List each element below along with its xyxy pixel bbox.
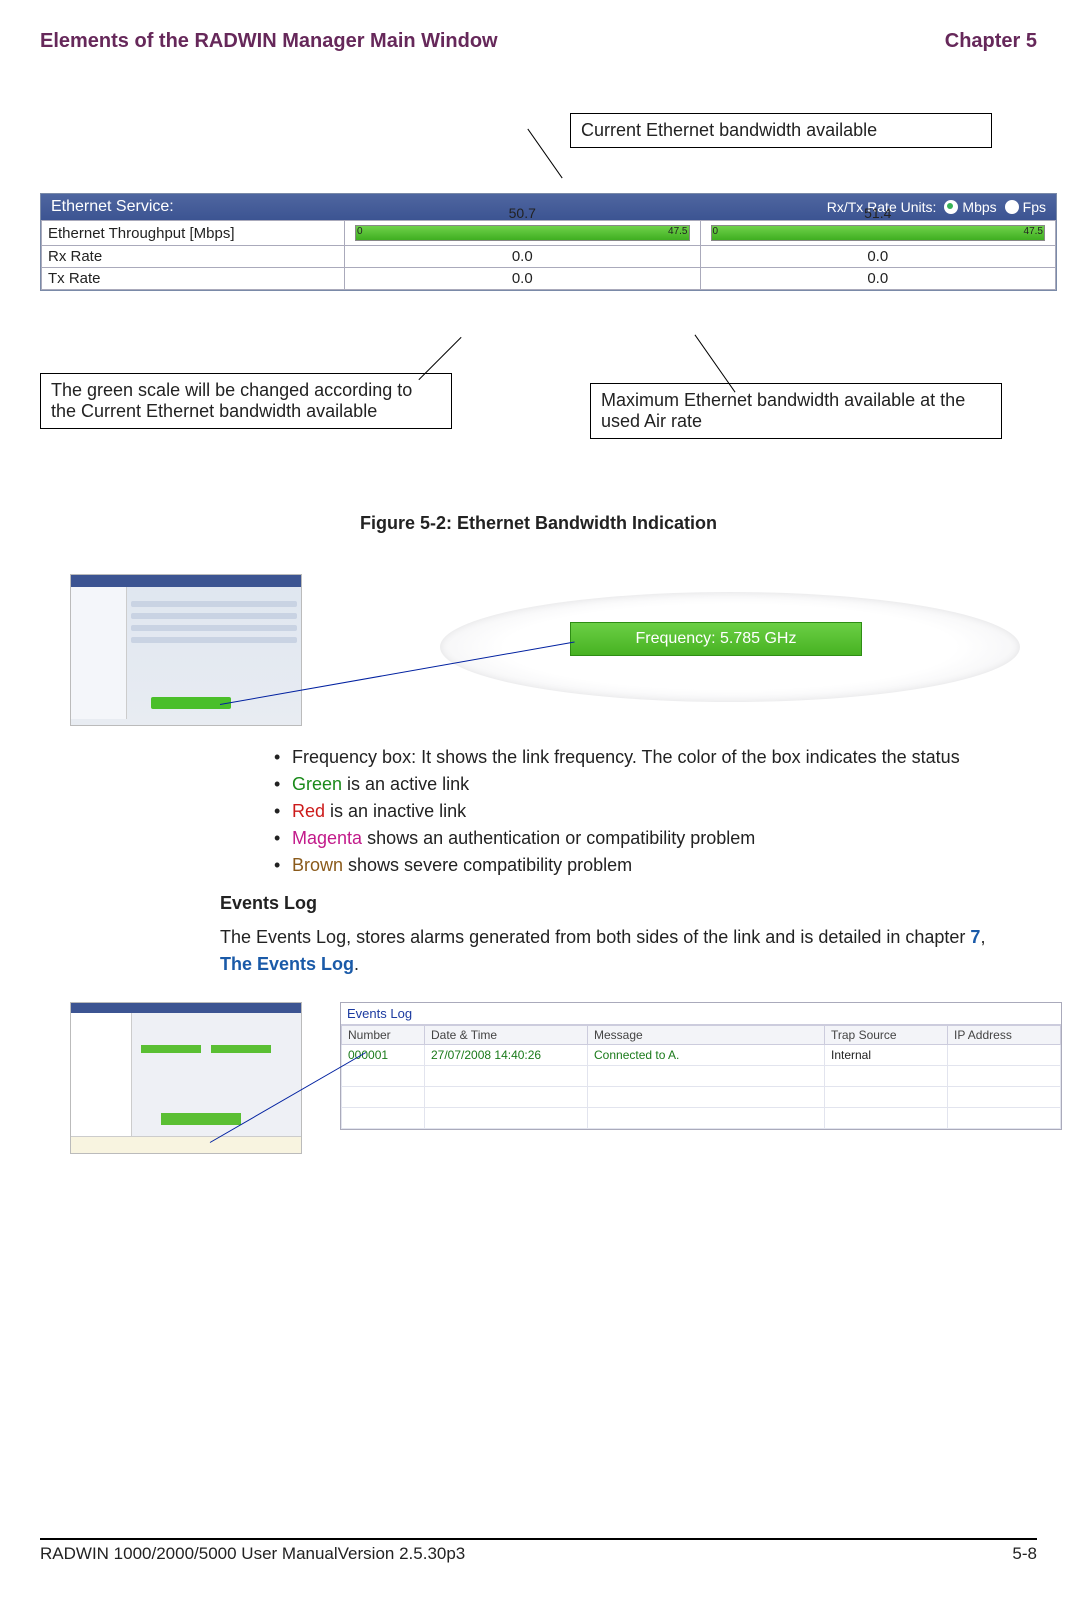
row-rx-label: Rx Rate (42, 246, 345, 268)
bullet-red: Red is an inactive link (292, 798, 1037, 825)
row-tx-label: Tx Rate (42, 268, 345, 290)
events-log-panel: Events Log Number Date & Time Message Tr… (340, 1002, 1062, 1130)
row-throughput-label: Ethernet Throughput [Mbps] (42, 221, 345, 246)
ethernet-service-panel: Ethernet Service: Rx/Tx Rate Units: Mbps… (40, 193, 1057, 291)
throughput-b-value: 51.4 (707, 205, 1050, 221)
tx-a: 0.0 (345, 268, 701, 290)
table-row[interactable]: 000001 27/07/2008 14:40:26 Connected to … (342, 1045, 1061, 1066)
app-thumbnail-2 (70, 1002, 302, 1154)
col-message[interactable]: Message (588, 1026, 825, 1045)
figure-caption-5-2: Figure 5-2: Ethernet Bandwidth Indicatio… (40, 513, 1037, 534)
figure-events-log: Events Log Number Date & Time Message Tr… (40, 1002, 1037, 1182)
footer-page: 5-8 (1012, 1544, 1037, 1564)
callout-bottom-right: Maximum Ethernet bandwidth available at … (590, 383, 1002, 439)
callout-top: Current Ethernet bandwidth available (570, 113, 992, 148)
events-log-heading: Events Log (220, 893, 1037, 914)
throughput-a-value: 50.7 (351, 205, 694, 221)
app-thumbnail (70, 574, 302, 726)
bullet-brown: Brown shows severe compatibility problem (292, 852, 1037, 879)
col-datetime[interactable]: Date & Time (425, 1026, 588, 1045)
header-right: Chapter 5 (945, 30, 1037, 53)
col-ip[interactable]: IP Address (948, 1026, 1061, 1045)
panel-title: Ethernet Service: (51, 198, 174, 216)
callout-bottom-left: The green scale will be changed accordin… (40, 373, 452, 429)
figure-frequency: Frequency: 5.785 GHz (40, 574, 1037, 734)
header-left: Elements of the RADWIN Manager Main Wind… (40, 30, 498, 53)
events-log-paragraph: The Events Log, stores alarms generated … (220, 924, 997, 978)
rx-b: 0.0 (700, 246, 1056, 268)
table-row (342, 1066, 1061, 1087)
table-row (342, 1087, 1061, 1108)
rx-a: 0.0 (345, 246, 701, 268)
col-number[interactable]: Number (342, 1026, 425, 1045)
events-log-link[interactable]: The Events Log (220, 954, 354, 974)
events-log-panel-title: Events Log (341, 1003, 1061, 1025)
figure-ethernet-bandwidth: Current Ethernet bandwidth available Eth… (40, 113, 1037, 493)
col-trap-source[interactable]: Trap Source (825, 1026, 948, 1045)
bullet-intro: Frequency box: It shows the link frequen… (292, 744, 1037, 771)
bullet-magenta: Magenta shows an authentication or compa… (292, 825, 1037, 852)
table-row (342, 1108, 1061, 1129)
footer-left: RADWIN 1000/2000/5000 User ManualVersion… (40, 1544, 465, 1564)
bullet-green: Green is an active link (292, 771, 1037, 798)
frequency-box: Frequency: 5.785 GHz (570, 622, 862, 656)
chapter-number-link[interactable]: 7 (970, 927, 980, 947)
tx-b: 0.0 (700, 268, 1056, 290)
